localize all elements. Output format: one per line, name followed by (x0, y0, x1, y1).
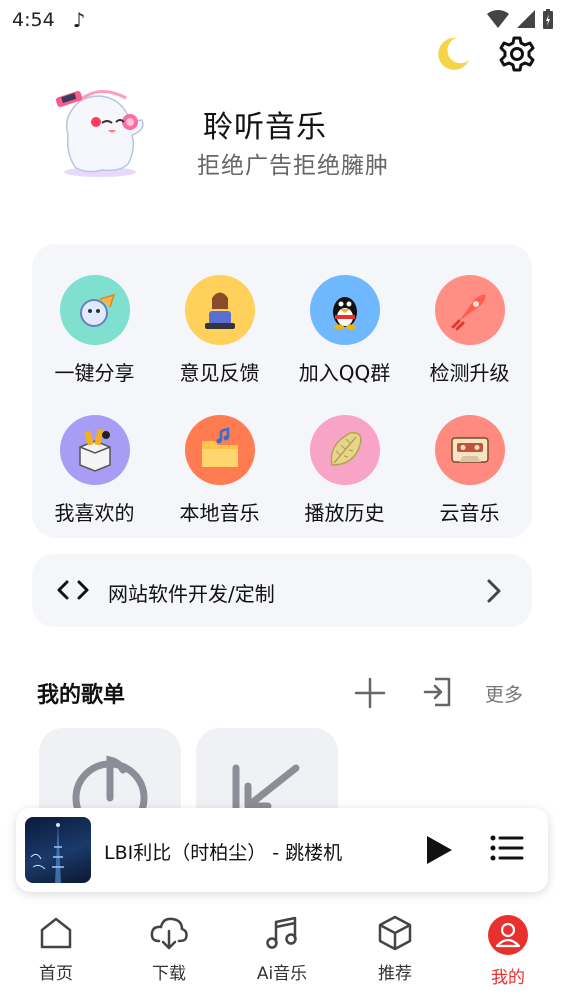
import-playlist-icon[interactable] (423, 676, 453, 708)
nav-ai-music[interactable]: Ai音乐 (226, 915, 338, 984)
nav-download[interactable]: 下载 (113, 915, 225, 984)
grid-item-qq-group[interactable]: 加入QQ群 (282, 275, 407, 405)
cassette-icon (434, 415, 505, 485)
profile-header: 聆听音乐 拒绝广告拒绝臃肿 (50, 80, 530, 190)
track-title: LBI利比（时柏尘） - 跳楼机 (104, 842, 343, 864)
home-icon (40, 917, 72, 949)
grid-label: 加入QQ群 (298, 361, 391, 385)
nav-recommend[interactable]: 推荐 (339, 915, 451, 984)
folder-music-icon (184, 415, 255, 485)
mascot-logo (55, 90, 144, 177)
favorites-box-icon (59, 415, 130, 485)
playlist-header: 我的歌单 更多 (37, 674, 533, 710)
feedback-icon (184, 275, 255, 345)
cube-icon (378, 915, 412, 951)
nav-label: 首页 (39, 964, 73, 984)
chevron-right-icon (487, 579, 501, 603)
code-brackets-icon (57, 580, 89, 600)
nav-label: 下载 (152, 964, 186, 984)
user-icon (488, 915, 528, 955)
cloud-download-icon (150, 917, 188, 950)
nav-label: 推荐 (378, 964, 412, 984)
status-time: 4:54 (12, 9, 55, 31)
playlist-more-link[interactable]: 更多 (485, 680, 523, 707)
mini-player[interactable]: LBI利比（时柏尘） - 跳楼机 (16, 808, 548, 892)
nav-label: Ai音乐 (256, 964, 308, 984)
feature-grid: 一键分享 意见反馈 加入QQ群 检测升级 我喜欢的 本地音乐 播放历史 云音乐 (32, 244, 532, 538)
grid-item-local-music[interactable]: 本地音乐 (157, 415, 282, 545)
grid-label: 播放历史 (304, 501, 385, 525)
nav-home[interactable]: 首页 (0, 915, 112, 984)
grid-item-update[interactable]: 检测升级 (407, 275, 532, 405)
nav-mine[interactable]: 我的 (452, 915, 564, 988)
wifi-icon (487, 9, 509, 28)
gear-icon[interactable] (498, 35, 536, 73)
app-title: 聆听音乐 (203, 110, 327, 145)
grid-item-feedback[interactable]: 意见反馈 (157, 275, 282, 405)
grid-item-cloud-music[interactable]: 云音乐 (407, 415, 532, 545)
custom-dev-banner[interactable]: 网站软件开发/定制 (32, 554, 532, 627)
grid-label: 一键分享 (54, 361, 135, 385)
grid-label: 本地音乐 (179, 501, 260, 525)
nav-label: 我的 (491, 968, 525, 988)
album-cover (25, 817, 91, 883)
rocket-icon (434, 275, 505, 345)
moon-icon[interactable] (432, 34, 472, 74)
qq-penguin-icon (309, 275, 380, 345)
grid-label: 云音乐 (439, 501, 500, 525)
add-playlist-icon[interactable] (353, 676, 387, 710)
battery-icon (543, 9, 553, 29)
grid-item-history[interactable]: 播放历史 (282, 415, 407, 545)
play-icon[interactable] (424, 834, 454, 866)
signal-icon (517, 10, 535, 28)
playlist-title: 我的歌单 (37, 683, 126, 708)
bottom-nav: 首页 下载 Ai音乐 推荐 我的 (0, 905, 564, 1002)
grid-label: 检测升级 (429, 361, 510, 385)
top-actions (432, 34, 536, 74)
playlist-queue-icon[interactable] (490, 834, 524, 862)
grid-item-favorites[interactable]: 我喜欢的 (32, 415, 157, 545)
music-note-icon (266, 916, 297, 949)
app-slogan: 拒绝广告拒绝臃肿 (197, 153, 389, 179)
music-note-icon: ♪ (72, 8, 86, 32)
grid-label: 意见反馈 (179, 361, 260, 385)
grid-item-share[interactable]: 一键分享 (32, 275, 157, 405)
share-icon (59, 275, 130, 345)
history-leaf-icon (309, 415, 380, 485)
grid-label: 我喜欢的 (54, 501, 135, 525)
custom-dev-label: 网站软件开发/定制 (108, 582, 275, 606)
status-icons (486, 8, 554, 30)
